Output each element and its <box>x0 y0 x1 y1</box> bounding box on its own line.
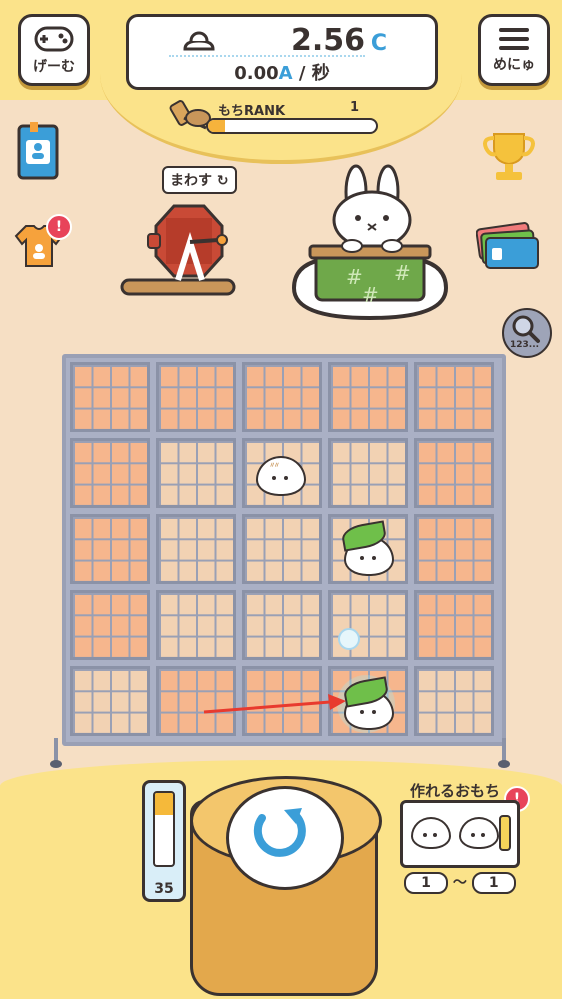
svg-text:#: # <box>394 261 411 285</box>
grid-cell[interactable] <box>156 362 236 432</box>
grid-cell[interactable] <box>328 438 408 508</box>
grid-cell[interactable] <box>70 590 150 660</box>
rate-text: 0.00A / 秒 <box>129 59 435 85</box>
craftable-mochi-2 <box>459 817 499 849</box>
money-panel: 2.56 C 0.00A / 秒 <box>126 14 438 90</box>
svg-text:#: # <box>362 283 379 307</box>
grid-cell[interactable] <box>156 590 236 660</box>
pound-count: 35 <box>154 881 174 897</box>
mochi-piece-plain[interactable]: ᐥᐥ <box>256 456 306 496</box>
book-icon[interactable] <box>16 120 62 182</box>
craftable-title: 作れるおもち <box>408 780 503 801</box>
lottery-machine[interactable] <box>118 196 238 300</box>
rank-progress-bar <box>206 118 378 134</box>
svg-text:#: # <box>346 265 363 289</box>
trophy-icon[interactable] <box>480 130 538 182</box>
zoom-label: 123... <box>510 340 540 350</box>
range-separator: 〜 <box>452 875 467 891</box>
grid-cell[interactable] <box>70 438 150 508</box>
money-value: 2.56 <box>290 23 365 58</box>
grid-cell[interactable] <box>242 362 322 432</box>
spark-dot <box>338 628 360 650</box>
grid-cell[interactable] <box>156 438 236 508</box>
craftable-mochi-1 <box>411 817 451 849</box>
menu-button[interactable]: めにゅ <box>478 14 550 86</box>
board-leg <box>54 738 58 762</box>
grid-cell[interactable] <box>414 514 494 584</box>
rotate-icon <box>253 808 306 857</box>
zoom-button[interactable]: 123... <box>502 308 552 358</box>
grid-cell[interactable] <box>242 590 322 660</box>
pound-meter-fill <box>155 793 173 815</box>
rank-level: 1 <box>350 100 360 115</box>
grid-cell[interactable] <box>328 590 408 660</box>
rate-unit: A <box>278 63 293 84</box>
mochi-grid <box>62 354 506 746</box>
money-unit: C <box>370 31 387 56</box>
game-button-label: げーむ <box>33 59 75 75</box>
grid-cell[interactable] <box>414 666 494 736</box>
spin-label-text: まわす <box>170 173 212 189</box>
gamepad-icon <box>34 26 74 52</box>
hamburger-icon <box>499 28 529 50</box>
grid-cell[interactable] <box>70 362 150 432</box>
cards-icon[interactable] <box>476 218 542 276</box>
mochi-stack-icon <box>183 31 215 51</box>
pound-meter: 35 <box>142 780 186 902</box>
grid-cell[interactable] <box>414 438 494 508</box>
craftable-mochi-panel[interactable] <box>400 800 520 868</box>
shirt-alert-badge: ! <box>46 214 72 240</box>
grid-cell[interactable] <box>414 590 494 660</box>
grid-cell[interactable] <box>414 362 494 432</box>
board-leg <box>502 738 506 762</box>
rank-label: もちRANK <box>218 104 286 119</box>
craft-scroll-indicator <box>499 815 511 851</box>
grid-cell[interactable] <box>156 514 236 584</box>
rate-suffix: / 秒 <box>298 63 330 84</box>
board-foot <box>498 760 510 768</box>
spin-label[interactable]: まわす ↻ <box>162 166 237 194</box>
rate-value: 0.00 <box>234 63 279 84</box>
pound-meter-track <box>153 791 175 867</box>
board-foot <box>50 760 62 768</box>
game-button[interactable]: げーむ <box>18 14 90 86</box>
menu-button-label: めにゅ <box>493 57 535 73</box>
grid-cell[interactable] <box>70 514 150 584</box>
arrow-indicator <box>203 694 346 714</box>
rank-progress-fill <box>208 120 225 132</box>
range-min: 1 <box>404 872 448 894</box>
rabbit-kotatsu[interactable]: # # # <box>290 162 450 326</box>
grid-cell[interactable] <box>70 666 150 736</box>
grid-cell[interactable] <box>242 514 322 584</box>
range-max: 1 <box>471 872 516 894</box>
grid-cell[interactable] <box>328 362 408 432</box>
craft-range: 1 〜 1 <box>404 872 516 894</box>
